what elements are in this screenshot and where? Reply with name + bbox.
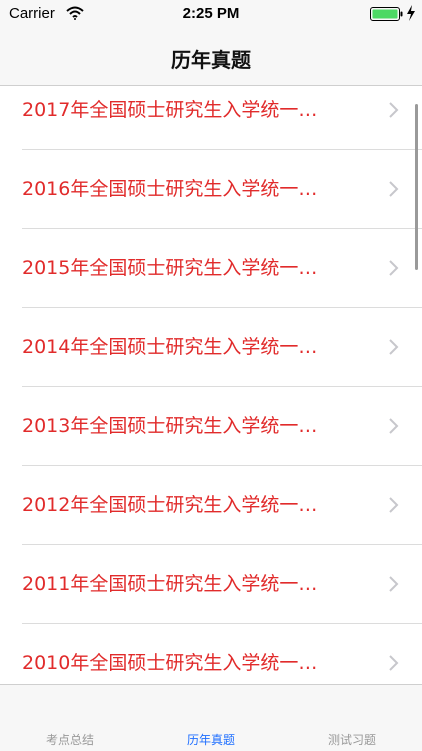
list-item-label: 2016年全国硕士研究生入学统一…	[22, 178, 318, 200]
list-item[interactable]: 2013年全国硕士研究生入学统一…	[0, 387, 422, 466]
exam-list[interactable]: 2017年全国硕士研究生入学统一… 2016年全国硕士研究生入学统一… 2015…	[0, 86, 422, 684]
chevron-right-icon	[389, 576, 399, 592]
chevron-right-icon	[389, 102, 399, 118]
status-bar: Carrier 2:25 PM	[0, 0, 422, 30]
list-item-label: 2012年全国硕士研究生入学统一…	[22, 494, 318, 516]
page-title: 历年真题	[171, 48, 251, 72]
list-item[interactable]: 2011年全国硕士研究生入学统一…	[0, 545, 422, 624]
list-item-label: 2013年全国硕士研究生入学统一…	[22, 415, 318, 437]
chevron-right-icon	[389, 181, 399, 197]
list-item[interactable]: 2014年全国硕士研究生入学统一…	[0, 308, 422, 387]
list-item[interactable]: 2010年全国硕士研究生入学统一…	[0, 624, 422, 684]
list-item[interactable]: 2017年全国硕士研究生入学统一…	[0, 86, 422, 150]
list-item-label: 2014年全国硕士研究生入学统一…	[22, 336, 318, 358]
chevron-right-icon	[389, 339, 399, 355]
list-item-label: 2017年全国硕士研究生入学统一…	[22, 99, 318, 121]
list-item[interactable]: 2016年全国硕士研究生入学统一…	[0, 150, 422, 229]
list-item-label: 2010年全国硕士研究生入学统一…	[22, 652, 318, 674]
chevron-right-icon	[389, 497, 399, 513]
list-item[interactable]: 2015年全国硕士研究生入学统一…	[0, 229, 422, 308]
tab-linian-zhenti[interactable]: 历年真题	[141, 731, 281, 748]
tab-kaodian-zongjie[interactable]: 考点总结	[0, 731, 140, 748]
battery-icon	[370, 7, 403, 21]
scroll-indicator[interactable]	[415, 104, 418, 270]
list-item-label: 2011年全国硕士研究生入学统一…	[22, 573, 318, 595]
navigation-bar: 历年真题	[0, 30, 422, 86]
tab-ceshi-xiti[interactable]: 测试习题	[282, 731, 422, 748]
charging-icon	[407, 5, 415, 21]
tab-bar: 考点总结 历年真题 测试习题	[0, 684, 422, 751]
status-time: 2:25 PM	[182, 5, 240, 22]
list-item-label: 2015年全国硕士研究生入学统一…	[22, 257, 318, 279]
chevron-right-icon	[389, 418, 399, 434]
chevron-right-icon	[389, 260, 399, 276]
chevron-right-icon	[389, 655, 399, 671]
list-item[interactable]: 2012年全国硕士研究生入学统一…	[0, 466, 422, 545]
